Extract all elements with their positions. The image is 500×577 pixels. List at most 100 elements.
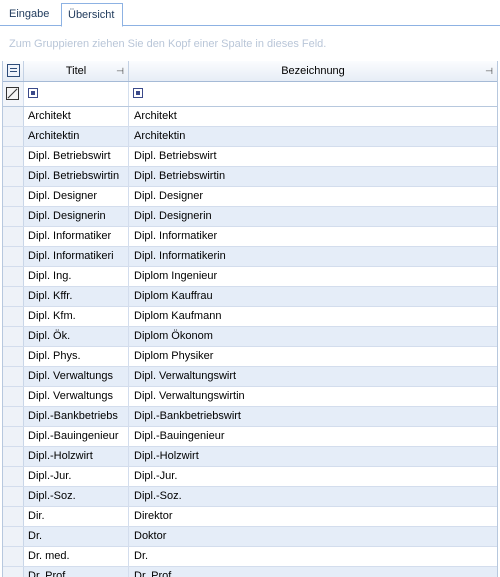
table-row[interactable]: Dr. Prof. Dr. Prof. bbox=[3, 567, 497, 577]
row-selector[interactable] bbox=[3, 467, 24, 486]
row-selector[interactable] bbox=[3, 147, 24, 166]
row-selector[interactable] bbox=[3, 227, 24, 246]
cell-bezeichnung[interactable]: Architekt bbox=[129, 107, 497, 126]
cell-titel[interactable]: Dipl. Designerin bbox=[24, 207, 129, 226]
cell-bezeichnung[interactable]: Dipl. Verwaltungswirt bbox=[129, 367, 497, 386]
row-selector[interactable] bbox=[3, 327, 24, 346]
cell-bezeichnung[interactable]: Diplom Ingenieur bbox=[129, 267, 497, 286]
cell-titel[interactable]: Dipl.-Bauingenieur bbox=[24, 427, 129, 446]
pin-icon[interactable]: ⊣ bbox=[116, 61, 124, 81]
cell-bezeichnung[interactable]: Dipl. Betriebswirtin bbox=[129, 167, 497, 186]
cell-bezeichnung[interactable]: Dipl.-Bankbetriebswirt bbox=[129, 407, 497, 426]
cell-bezeichnung[interactable]: Dipl.-Holzwirt bbox=[129, 447, 497, 466]
pin-icon[interactable]: ⊣ bbox=[485, 61, 493, 81]
row-selector[interactable] bbox=[3, 367, 24, 386]
cell-titel[interactable]: Dipl. Ing. bbox=[24, 267, 129, 286]
cell-titel[interactable]: Dipl. Ök. bbox=[24, 327, 129, 346]
cell-bezeichnung[interactable]: Direktor bbox=[129, 507, 497, 526]
row-selector[interactable] bbox=[3, 407, 24, 426]
row-selector[interactable] bbox=[3, 287, 24, 306]
table-row[interactable]: Dipl.-Bankbetriebs Dipl.-Bankbetriebswirt bbox=[3, 407, 497, 427]
row-selector[interactable] bbox=[3, 207, 24, 226]
cell-titel[interactable]: Dipl. Verwaltungs bbox=[24, 367, 129, 386]
cell-titel[interactable]: Dipl. Kfm. bbox=[24, 307, 129, 326]
table-row[interactable]: Dipl. Betriebswirtin Dipl. Betriebswirtin bbox=[3, 167, 497, 187]
cell-bezeichnung[interactable]: Dipl. Informatikerin bbox=[129, 247, 497, 266]
cell-titel[interactable]: Dipl. Phys. bbox=[24, 347, 129, 366]
table-row[interactable]: Dipl. Designerin Dipl. Designerin bbox=[3, 207, 497, 227]
table-row[interactable]: Dipl.-Holzwirt Dipl.-Holzwirt bbox=[3, 447, 497, 467]
row-selector[interactable] bbox=[3, 527, 24, 546]
tab-uebersicht[interactable]: Übersicht bbox=[61, 3, 123, 27]
cell-titel[interactable]: Dr. bbox=[24, 527, 129, 546]
cell-titel[interactable]: Dipl.-Soz. bbox=[24, 487, 129, 506]
cell-titel[interactable]: Dr. Prof. bbox=[24, 567, 129, 577]
row-selector[interactable] bbox=[3, 427, 24, 446]
column-header-bezeichnung[interactable]: Bezeichnung ⊣ bbox=[129, 61, 497, 81]
table-row[interactable]: Dir. Direktor bbox=[3, 507, 497, 527]
cell-titel[interactable]: Architektin bbox=[24, 127, 129, 146]
row-selector[interactable] bbox=[3, 347, 24, 366]
cell-bezeichnung[interactable]: Diplom Kaufmann bbox=[129, 307, 497, 326]
row-selector[interactable] bbox=[3, 187, 24, 206]
cell-titel[interactable]: Dr. med. bbox=[24, 547, 129, 566]
cell-titel[interactable]: Dipl.-Bankbetriebs bbox=[24, 407, 129, 426]
cell-bezeichnung[interactable]: Dipl. Designerin bbox=[129, 207, 497, 226]
table-row[interactable]: Dipl.-Soz. Dipl.-Soz. bbox=[3, 487, 497, 507]
cell-bezeichnung[interactable]: Diplom Physiker bbox=[129, 347, 497, 366]
filter-cell-bezeichnung[interactable] bbox=[129, 82, 497, 106]
cell-titel[interactable]: Dipl. Informatikeri bbox=[24, 247, 129, 266]
column-chooser-button[interactable] bbox=[3, 61, 24, 81]
cell-bezeichnung[interactable]: Architektin bbox=[129, 127, 497, 146]
row-selector[interactable] bbox=[3, 567, 24, 577]
table-row[interactable]: Dipl. Ing. Diplom Ingenieur bbox=[3, 267, 497, 287]
table-row[interactable]: Dipl. Designer Dipl. Designer bbox=[3, 187, 497, 207]
cell-bezeichnung[interactable]: Diplom Kauffrau bbox=[129, 287, 497, 306]
cell-titel[interactable]: Dipl. Kffr. bbox=[24, 287, 129, 306]
row-selector[interactable] bbox=[3, 127, 24, 146]
cell-bezeichnung[interactable]: Dr. Prof. bbox=[129, 567, 497, 577]
table-row[interactable]: Dipl.-Bauingenieur Dipl.-Bauingenieur bbox=[3, 427, 497, 447]
cell-titel[interactable]: Dipl. Informatiker bbox=[24, 227, 129, 246]
cell-bezeichnung[interactable]: Dipl.-Jur. bbox=[129, 467, 497, 486]
filter-clear-button[interactable] bbox=[3, 82, 24, 106]
cell-titel[interactable]: Dipl. Betriebswirtin bbox=[24, 167, 129, 186]
cell-titel[interactable]: Dipl. Betriebswirt bbox=[24, 147, 129, 166]
row-selector[interactable] bbox=[3, 387, 24, 406]
cell-titel[interactable]: Dipl.-Holzwirt bbox=[24, 447, 129, 466]
table-row[interactable]: Dipl. Kfm. Diplom Kaufmann bbox=[3, 307, 497, 327]
row-selector[interactable] bbox=[3, 447, 24, 466]
table-row[interactable]: Architektin Architektin bbox=[3, 127, 497, 147]
group-by-panel[interactable]: Zum Gruppieren ziehen Sie den Kopf einer… bbox=[2, 27, 498, 61]
row-selector[interactable] bbox=[3, 267, 24, 286]
row-selector[interactable] bbox=[3, 487, 24, 506]
table-row[interactable]: Dipl. Informatikeri Dipl. Informatikerin bbox=[3, 247, 497, 267]
row-selector[interactable] bbox=[3, 247, 24, 266]
row-selector[interactable] bbox=[3, 307, 24, 326]
filter-cell-titel[interactable] bbox=[24, 82, 129, 106]
table-row[interactable]: Dipl. Phys. Diplom Physiker bbox=[3, 347, 497, 367]
cell-bezeichnung[interactable]: Dipl. Designer bbox=[129, 187, 497, 206]
cell-titel[interactable]: Dipl. Verwaltungs bbox=[24, 387, 129, 406]
cell-bezeichnung[interactable]: Dipl. Verwaltungswirtin bbox=[129, 387, 497, 406]
table-row[interactable]: Dr. Doktor bbox=[3, 527, 497, 547]
cell-titel[interactable]: Architekt bbox=[24, 107, 129, 126]
cell-bezeichnung[interactable]: Dipl.-Bauingenieur bbox=[129, 427, 497, 446]
cell-bezeichnung[interactable]: Dipl. Betriebswirt bbox=[129, 147, 497, 166]
row-selector[interactable] bbox=[3, 507, 24, 526]
row-selector[interactable] bbox=[3, 547, 24, 566]
table-row[interactable]: Dipl. Ök. Diplom Ökonom bbox=[3, 327, 497, 347]
cell-titel[interactable]: Dipl.-Jur. bbox=[24, 467, 129, 486]
row-selector[interactable] bbox=[3, 167, 24, 186]
cell-titel[interactable]: Dir. bbox=[24, 507, 129, 526]
tab-eingabe[interactable]: Eingabe bbox=[3, 4, 61, 24]
row-selector[interactable] bbox=[3, 107, 24, 126]
filter-operator-icon[interactable] bbox=[28, 88, 38, 98]
cell-bezeichnung[interactable]: Dr. bbox=[129, 547, 497, 566]
table-row[interactable]: Dipl. Verwaltungs Dipl. Verwaltungswirtin bbox=[3, 387, 497, 407]
cell-bezeichnung[interactable]: Doktor bbox=[129, 527, 497, 546]
cell-bezeichnung[interactable]: Diplom Ökonom bbox=[129, 327, 497, 346]
table-row[interactable]: Dipl. Betriebswirt Dipl. Betriebswirt bbox=[3, 147, 497, 167]
table-row[interactable]: Dipl. Verwaltungs Dipl. Verwaltungswirt bbox=[3, 367, 497, 387]
cell-titel[interactable]: Dipl. Designer bbox=[24, 187, 129, 206]
